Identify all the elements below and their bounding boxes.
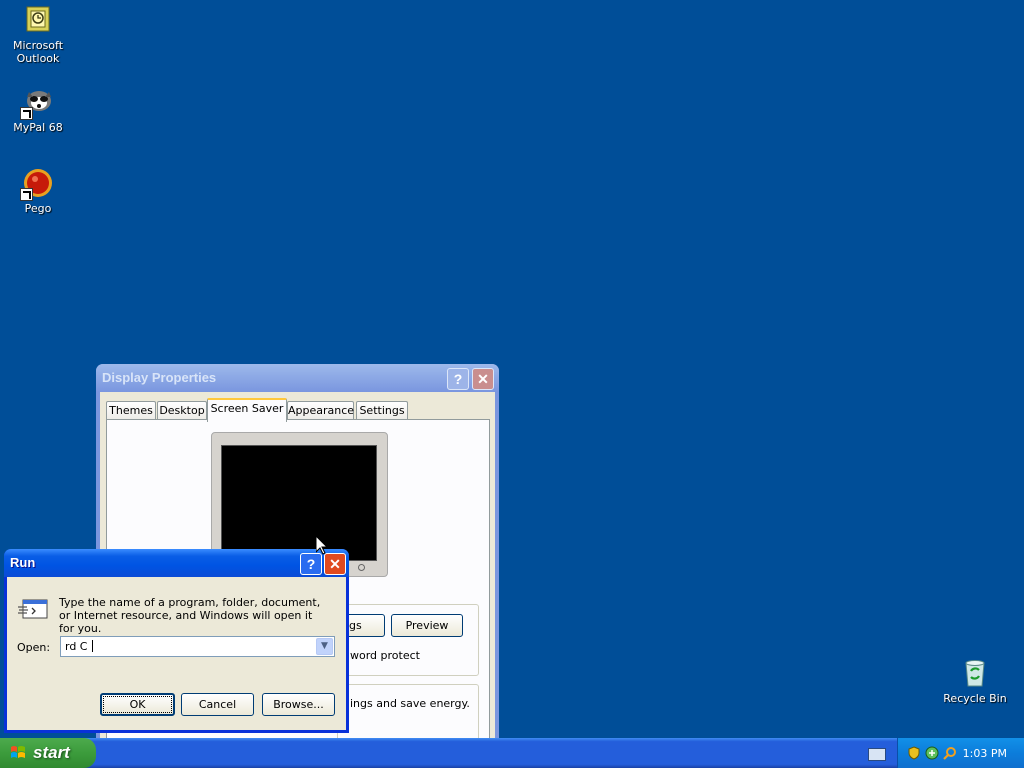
run-description: Type the name of a program, folder, docu… (59, 596, 321, 635)
open-combobox[interactable]: rd C ▼ (60, 636, 335, 657)
desktop-icon-label: Microsoft Outlook (12, 39, 64, 65)
tab-themes[interactable]: Themes (106, 401, 156, 420)
ok-button[interactable]: OK (100, 693, 175, 716)
password-protect-label: word protect (350, 649, 420, 662)
window-title: Display Properties (102, 370, 217, 385)
close-icon: ✕ (329, 556, 341, 572)
desktop-icon-pego[interactable]: Pego (0, 167, 76, 215)
search-icon[interactable] (943, 746, 957, 760)
desktop-icon-mypal[interactable]: MyPal 68 (0, 86, 76, 134)
close-button[interactable]: ✕ (324, 553, 346, 575)
help-icon: ? (306, 556, 316, 572)
monitor-screen (221, 445, 377, 561)
desktop-icon-label: MyPal 68 (13, 121, 63, 134)
desktop-icon-label: Pego (24, 202, 52, 215)
mouse-cursor-icon (315, 534, 329, 555)
start-label: start (33, 743, 70, 762)
chevron-down-icon: ▼ (321, 641, 328, 651)
dropdown-arrow-button[interactable]: ▼ (316, 638, 333, 655)
system-tray: 1:03 PM (897, 738, 1024, 768)
help-icon: ? (453, 371, 463, 387)
run-titlebar[interactable]: Run ? ✕ (4, 549, 349, 577)
desktop-icon-recycle-bin[interactable]: Recycle Bin (937, 657, 1013, 705)
display-properties-titlebar[interactable]: Display Properties ? ✕ (96, 364, 499, 392)
cancel-button[interactable]: Cancel (181, 693, 254, 716)
run-client: Type the name of a program, folder, docu… (7, 577, 346, 730)
taskbar-clock[interactable]: 1:03 PM (963, 747, 1007, 760)
help-button[interactable]: ? (300, 553, 322, 575)
window-title: Run (10, 555, 36, 570)
network-icon[interactable] (925, 746, 939, 760)
text-caret (92, 640, 93, 652)
close-icon: ✕ (477, 371, 489, 387)
pego-icon (20, 167, 54, 201)
taskbar: start 1:03 PM (0, 738, 1024, 768)
desktop-icon-label: Recycle Bin (943, 692, 1007, 705)
energy-label: ings and save energy. (350, 697, 470, 710)
open-label: Open: (17, 641, 51, 654)
shortcut-arrow-icon (20, 107, 33, 120)
close-button[interactable]: ✕ (472, 368, 494, 390)
shortcut-arrow-icon (20, 188, 33, 201)
mypal-icon (20, 86, 54, 120)
help-button[interactable]: ? (447, 368, 469, 390)
tab-appearance[interactable]: Appearance (287, 401, 354, 420)
recycle-bin-icon (959, 657, 991, 689)
run-icon (17, 597, 49, 621)
tab-desktop[interactable]: Desktop (157, 401, 207, 420)
outlook-icon (22, 4, 54, 36)
browse-button[interactable]: Browse... (262, 693, 335, 716)
keyboard-icon[interactable] (868, 748, 886, 761)
start-button[interactable]: start (0, 738, 96, 768)
tab-settings[interactable]: Settings (356, 401, 408, 420)
run-dialog: Run ? ✕ Type the name of a program, fold… (4, 549, 349, 733)
tab-screen-saver[interactable]: Screen Saver (207, 398, 287, 422)
monitor-power-led (358, 564, 365, 571)
windows-logo-icon (10, 745, 26, 761)
security-shield-icon[interactable] (907, 746, 921, 760)
desktop-icon-outlook[interactable]: Microsoft Outlook (0, 4, 76, 65)
preview-button[interactable]: Preview (391, 614, 463, 637)
open-input[interactable]: rd C (65, 640, 88, 653)
